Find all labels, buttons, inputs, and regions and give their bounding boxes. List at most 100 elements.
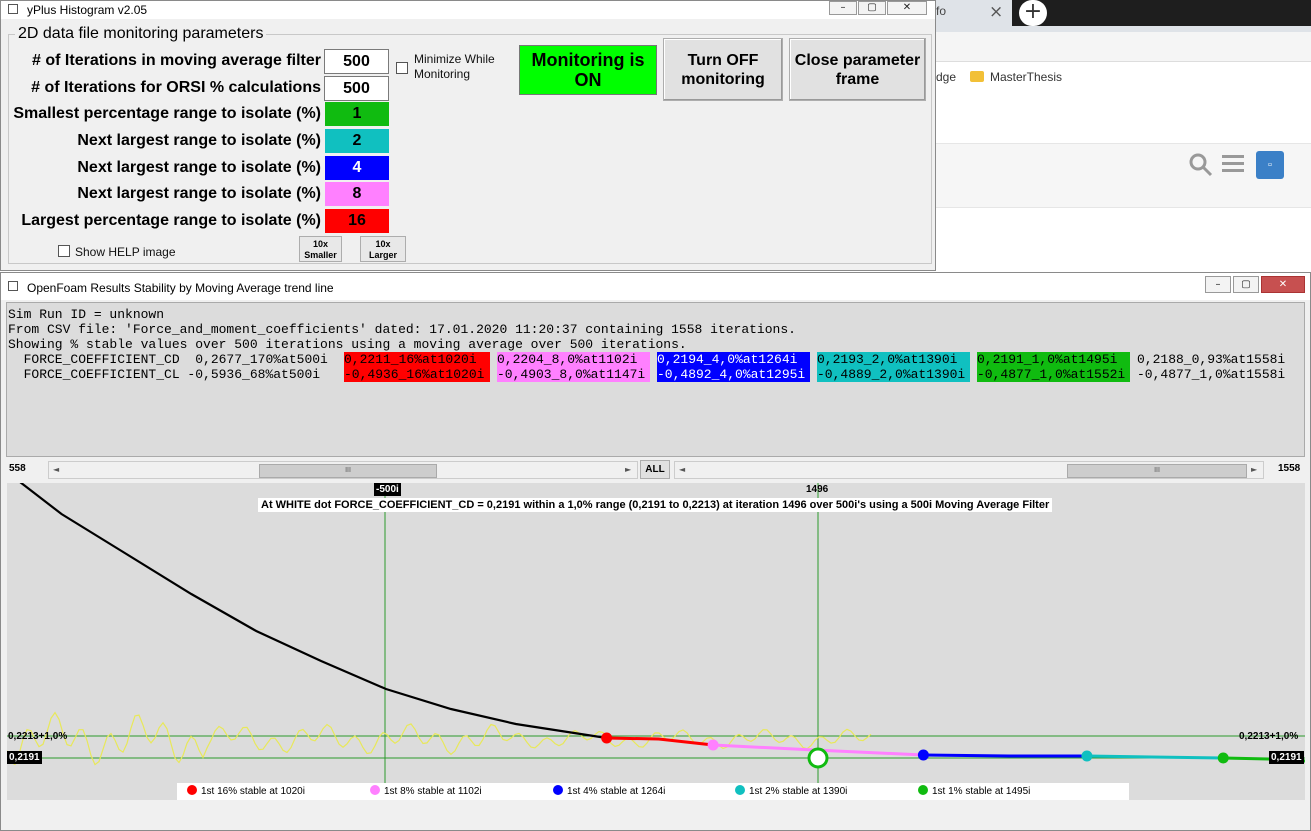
- maximize-button[interactable]: ▢: [858, 1, 886, 15]
- legend-dot: [553, 785, 563, 795]
- minimize-checkbox[interactable]: [396, 62, 408, 74]
- range-2-label: Next largest range to isolate (%): [77, 132, 321, 149]
- results-window: OpenFoam Results Stability by Moving Ave…: [0, 272, 1311, 831]
- scroll-right-icon[interactable]: ►: [625, 465, 631, 474]
- menu-icon[interactable]: [1222, 155, 1244, 175]
- monitoring-status: Monitoring is ON: [519, 45, 657, 95]
- range-4-input[interactable]: 4: [325, 156, 389, 180]
- range-1-input[interactable]: 1: [325, 102, 389, 126]
- scroll-thumb[interactable]: III: [259, 464, 437, 478]
- trend-plot[interactable]: -500i 1496 At WHITE dot FORCE_COEFFICIEN…: [7, 483, 1305, 800]
- legend-label: 1st 4% stable at 1264i: [567, 786, 666, 797]
- browser-dark-area: [1012, 0, 1311, 26]
- minimize-button[interactable]: –: [1205, 276, 1231, 293]
- stable-point-2: [917, 749, 929, 761]
- new-tab-button[interactable]: +: [1019, 0, 1047, 26]
- minimize-button[interactable]: –: [829, 1, 857, 15]
- legend-dot: [370, 785, 380, 795]
- trend-chart-svg: [7, 483, 1305, 783]
- cd-2-cell: 0,2193_2,0%at1390i: [817, 352, 970, 367]
- stable-point-1: [707, 739, 719, 751]
- legend-label: 1st 2% stable at 1390i: [749, 786, 848, 797]
- series-line-4pct: [923, 753, 1087, 758]
- scroll-thumb[interactable]: III: [1067, 464, 1247, 478]
- results-titlebar: OpenFoam Results Stability by Moving Ave…: [1, 273, 1310, 300]
- cd-tail: 0,2188_0,93%at1558i: [1137, 352, 1286, 367]
- legend-item-8: 1st 8% stable at 1102i: [370, 785, 482, 797]
- page-header: [936, 143, 1311, 208]
- turn-off-monitoring-button[interactable]: Turn OFF monitoring: [663, 38, 783, 101]
- cd-16-cell: 0,2211_16%at1020i: [344, 352, 490, 367]
- search-icon[interactable]: [1188, 152, 1214, 178]
- scroll-left-icon[interactable]: ◄: [679, 465, 685, 474]
- page-square-button[interactable]: ▫: [1256, 151, 1284, 179]
- range-end-scrollbar[interactable]: ◄ III ►: [674, 461, 1264, 479]
- all-button[interactable]: ALL: [640, 460, 670, 479]
- legend-item-1: 1st 1% stable at 1495i: [918, 785, 1030, 797]
- cd-1-cell: 0,2191_1,0%at1495i: [977, 352, 1130, 367]
- stable-point-4: [1217, 752, 1229, 764]
- bookmarks-bar: dge MasterThesis: [936, 62, 1311, 92]
- white-dot-marker: [807, 747, 829, 769]
- legend-label: 1st 1% stable at 1495i: [932, 786, 1031, 797]
- close-button[interactable]: ✕: [1261, 276, 1305, 293]
- legend-item-16: 1st 16% stable at 1020i: [187, 785, 305, 797]
- minimize-label: Minimize While Monitoring: [414, 52, 495, 81]
- params-titlebar: yPlus Histogram v2.05: [1, 1, 935, 19]
- cl-8-cell: -0,4903_8,0%at1147i: [497, 367, 650, 382]
- range-2-input[interactable]: 2: [325, 129, 389, 153]
- raw-data-trace: [7, 711, 872, 766]
- band-label-right: 0,2213+1,0%: [1239, 731, 1299, 742]
- orsi-iterations-input[interactable]: 500: [324, 76, 389, 101]
- scale-smaller-button[interactable]: 10x Smaller: [299, 236, 342, 262]
- params-window-title: yPlus Histogram v2.05: [27, 3, 148, 17]
- legend-dot: [735, 785, 745, 795]
- bookmark-label: MasterThesis: [990, 70, 1063, 84]
- white-dot-annotation: At WHITE dot FORCE_COEFFICIENT_CD = 0,21…: [258, 498, 1053, 512]
- right-marker-label: 1496: [806, 484, 829, 495]
- browser-tab-title[interactable]: fo: [936, 4, 946, 18]
- range-start-value: 558: [9, 463, 26, 474]
- band-label-left: 0,2213+1,0%: [8, 731, 68, 742]
- range-4-label: Next largest range to isolate (%): [77, 159, 321, 176]
- orsi-iterations-label: # of Iterations for ORSI % calculations: [31, 79, 321, 96]
- cd-8-cell: 0,2204_8,0%at1102i: [497, 352, 650, 367]
- showing-line: Showing % stable values over 500 iterati…: [8, 337, 687, 352]
- cl-16-cell: -0,4936_16%at1020i: [344, 367, 490, 382]
- bookmark-item[interactable]: dge: [936, 70, 956, 84]
- chart-legend: 1st 16% stable at 1020i 1st 8% stable at…: [177, 783, 1129, 800]
- range-16-label: Largest percentage range to isolate (%): [21, 212, 321, 229]
- range-scrollbar-row: 558 ◄ III ► ALL ◄ III ► 1558: [1, 460, 1311, 480]
- range-end-value: 1558: [1278, 463, 1301, 474]
- params-window: yPlus Histogram v2.05 – ▢ ✕ 2D data file…: [0, 0, 936, 271]
- legend-label: 1st 16% stable at 1020i: [201, 786, 305, 797]
- close-tab-icon[interactable]: ×: [989, 2, 1003, 22]
- bookmark-folder-masterthesis[interactable]: MasterThesis: [970, 70, 1062, 84]
- left-marker-label: -500i: [374, 483, 401, 496]
- legend-label: 1st 8% stable at 1102i: [384, 786, 482, 797]
- close-button[interactable]: ✕: [887, 1, 927, 15]
- legend-item-4: 1st 4% stable at 1264i: [553, 785, 665, 797]
- scroll-left-icon[interactable]: ◄: [53, 465, 59, 474]
- ma-filter-label: # of Iterations in moving average filter: [32, 52, 321, 69]
- cl-2-cell: -0,4889_2,0%at1390i: [817, 367, 970, 382]
- maximize-button[interactable]: ▢: [1233, 276, 1259, 293]
- scroll-right-icon[interactable]: ►: [1251, 465, 1257, 474]
- group-title: 2D data file monitoring parameters: [15, 25, 267, 43]
- ma-filter-input[interactable]: 500: [324, 49, 389, 74]
- scale-larger-button[interactable]: 10x Larger: [360, 236, 406, 262]
- range-8-input[interactable]: 8: [325, 182, 389, 206]
- stable-point-0: [601, 732, 613, 744]
- range-start-scrollbar[interactable]: ◄ III ►: [48, 461, 638, 479]
- cl-1-cell: -0,4877_1,0%at1552i: [977, 367, 1130, 382]
- cl-label: FORCE_COEFFICIENT_CL -0,5936_68%at500i: [8, 367, 321, 382]
- range-1-label: Smallest percentage range to isolate (%): [13, 105, 321, 122]
- range-16-input[interactable]: 16: [325, 209, 389, 233]
- cd-4-cell: 0,2194_4,0%at1264i: [657, 352, 810, 367]
- stable-point-3: [1081, 750, 1093, 762]
- show-help-checkbox[interactable]: [58, 245, 70, 257]
- close-parameter-frame-button[interactable]: Close parameter frame: [789, 38, 926, 101]
- window-icon: [8, 281, 18, 291]
- series-line-2pct: [1086, 754, 1224, 760]
- legend-dot: [918, 785, 928, 795]
